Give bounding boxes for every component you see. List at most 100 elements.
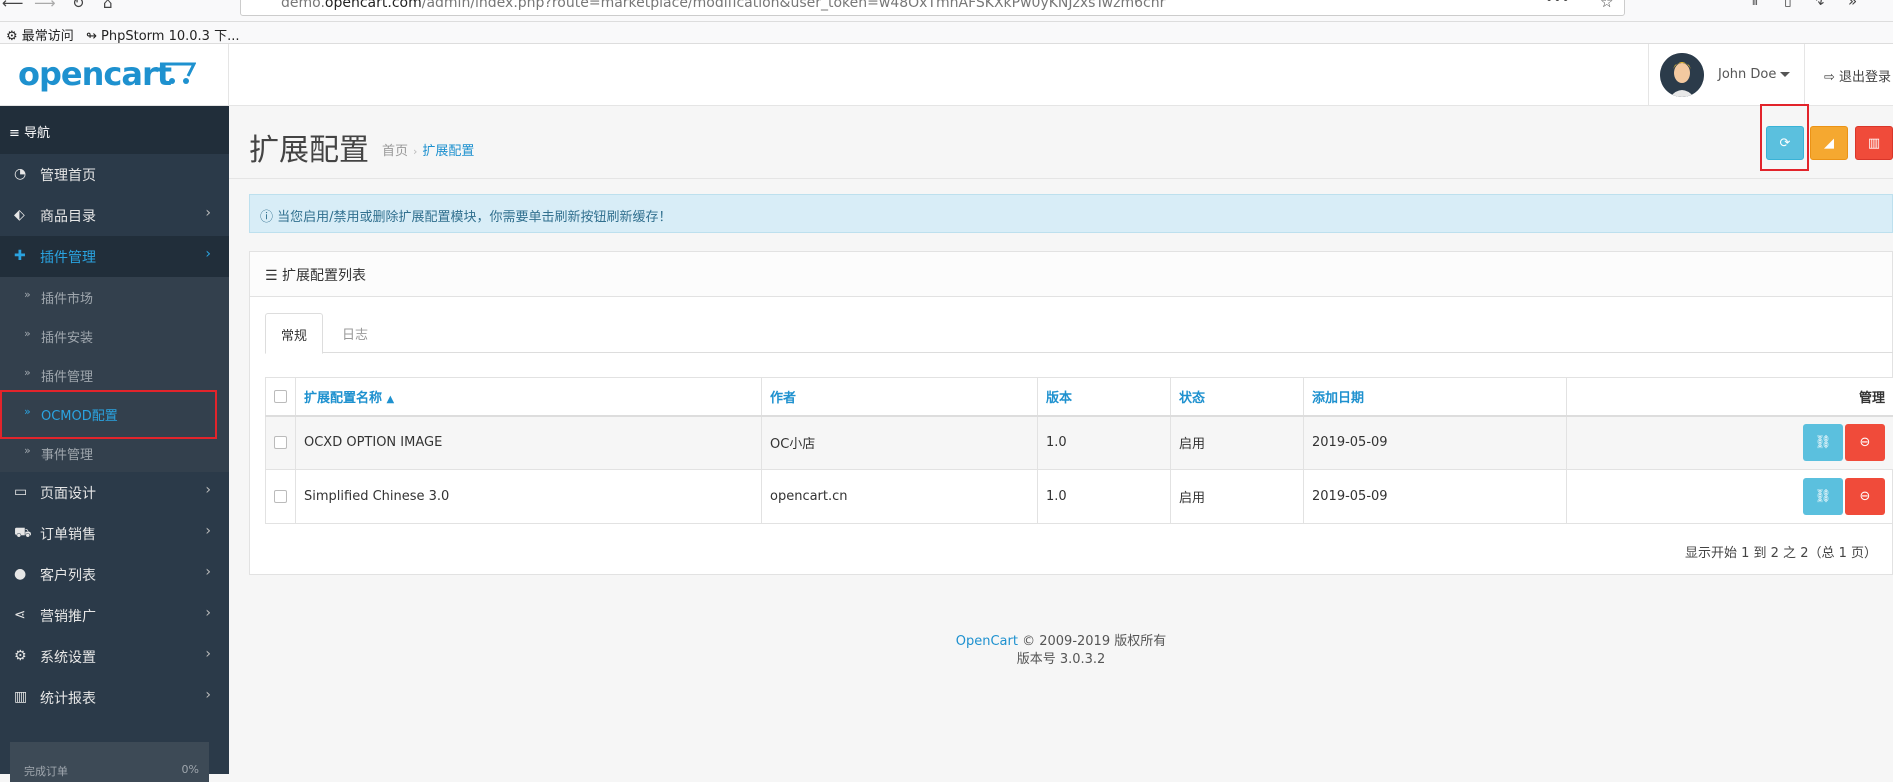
breadcrumb-home[interactable]: 首页 (382, 144, 408, 159)
tab-general[interactable]: 常规 (265, 313, 323, 354)
nav-header[interactable]: ≡ 导航 (0, 106, 229, 154)
sidebar-subitem-label: 插件市场 (41, 288, 93, 307)
minus-circle-icon: ⊖ (1860, 489, 1871, 504)
highlight-box (1760, 104, 1809, 171)
select-all-checkbox[interactable] (274, 390, 287, 403)
sidebar-item-label: 营销推广 (40, 606, 96, 626)
cart-icon: ⛟ (14, 525, 30, 541)
most-visited-bookmark[interactable]: ⚙ 最常访问 (6, 25, 74, 44)
disable-button[interactable]: ⊖ (1845, 424, 1885, 461)
opencart-logo: opencart (18, 55, 171, 93)
minus-circle-icon: ⊖ (1860, 435, 1871, 450)
logout-link[interactable]: ⇨ 退出登录 (1824, 66, 1891, 85)
user-icon: ● (14, 566, 30, 582)
sidebar-subitem-label: 插件管理 (41, 366, 93, 385)
link-button[interactable]: ⛓ (1803, 478, 1843, 515)
top-header: opencart John Doe ⇨ 退出登录 (0, 44, 1893, 106)
cell-version: 1.0 (1038, 416, 1171, 470)
sidebar-item-sales[interactable]: ⛟ 订单销售 › (0, 513, 229, 554)
sidebar-item-customers[interactable]: ● 客户列表 › (0, 554, 229, 595)
column-header-date[interactable]: 添加日期 (1304, 378, 1567, 416)
row-checkbox[interactable] (274, 490, 287, 503)
more-icon[interactable]: ••• (1545, 0, 1570, 8)
overflow-icon[interactable]: » (1848, 0, 1857, 10)
url-prefix: demo. (281, 0, 325, 11)
library-icon[interactable]: ⫴ (1752, 0, 1758, 9)
gear-icon: ⚙ (6, 29, 18, 44)
sidebar-subitem-extensions[interactable]: » 插件管理 (0, 355, 229, 394)
sort-asc-icon: ▲ (387, 394, 395, 405)
footer-copyright: © 2009-2019 版权所有 (1022, 634, 1166, 649)
sidebar-subitem-installer[interactable]: » 插件安装 (0, 316, 229, 355)
sidebar-item-design[interactable]: ▭ 页面设计 › (0, 472, 229, 513)
sidebar-item-marketing[interactable]: ⋖ 营销推广 › (0, 595, 229, 636)
chevron-right-icon: › (205, 482, 211, 498)
disable-button[interactable]: ⊖ (1845, 478, 1885, 515)
back-icon[interactable]: ⟵ (2, 0, 24, 12)
user-menu[interactable]: John Doe (1648, 44, 1805, 106)
footer-version: 版本号 3.0.3.2 (229, 651, 1893, 669)
footer-brand-link[interactable]: OpenCart (956, 634, 1018, 649)
logout-label: 退出登录 (1839, 70, 1891, 85)
progress-percent: 0% (182, 763, 199, 776)
share-icon: ⋖ (14, 607, 30, 623)
sidebar-subitem-marketplace[interactable]: » 插件市场 (0, 277, 229, 316)
table-row: OCXD OPTION IMAGE OC小店 1.0 启用 2019-05-09… (266, 416, 1893, 470)
bookmark-star-icon[interactable]: ☆ (1600, 0, 1613, 11)
column-header-name[interactable]: 扩展配置名称 ▲ (296, 378, 762, 416)
sidebar-item-label: 页面设计 (40, 483, 96, 503)
bar-chart-icon: ▥ (14, 689, 30, 705)
sidebar-toggle-icon[interactable]: ▯ (1784, 0, 1792, 9)
double-chevron-icon: » (24, 366, 31, 379)
delete-button[interactable]: ▥ (1855, 126, 1893, 160)
cell-status: 启用 (1171, 470, 1304, 524)
chevron-right-icon: › (205, 246, 211, 262)
forward-icon[interactable]: ⟶ (34, 0, 56, 12)
column-header-status[interactable]: 状态 (1171, 378, 1304, 416)
logo-area[interactable]: opencart (0, 44, 229, 106)
sidebar-item-extensions[interactable]: ✚ 插件管理 › (0, 236, 229, 277)
cell-author: OC小店 (762, 416, 1038, 470)
puzzle-icon: ✚ (14, 248, 30, 264)
link-icon: ⛓ (1815, 489, 1832, 504)
link-button[interactable]: ⛓ (1803, 424, 1843, 461)
highlight-box (0, 390, 217, 439)
panel-heading: ☰ 扩展配置列表 (250, 252, 1892, 297)
column-header-label: 管理 (1859, 391, 1885, 406)
sidebar-item-dashboard[interactable]: ◔ 管理首页 (0, 154, 229, 195)
cell-date: 2019-05-09 (1304, 416, 1567, 470)
tab-log[interactable]: 日志 (327, 313, 383, 353)
bookmarks-bar: ⚙ 最常访问 ↬ PhpStorm 10.0.3 下... (0, 22, 1893, 44)
sidebar-item-reports[interactable]: ▥ 统计报表 › (0, 677, 229, 718)
cog-icon: ⚙ (14, 648, 30, 664)
breadcrumb-separator-icon: › (413, 145, 417, 158)
column-header-author[interactable]: 作者 (762, 378, 1038, 416)
column-header-version[interactable]: 版本 (1038, 378, 1171, 416)
double-chevron-icon: » (24, 327, 31, 340)
sidebar-item-catalog[interactable]: ⬖ 商品目录 › (0, 195, 229, 236)
sidebar-item-system[interactable]: ⚙ 系统设置 › (0, 636, 229, 677)
sidebar-item-label: 系统设置 (40, 647, 96, 667)
info-alert: ⓘ 当您启用/禁用或删除扩展配置模块，你需要单击刷新按钮刷新缓存！ (249, 194, 1893, 233)
url-bar[interactable]: demo.opencart.com/admin/index.php?route=… (240, 0, 1625, 16)
chevron-right-icon: › (205, 605, 211, 621)
cell-date: 2019-05-09 (1304, 470, 1567, 524)
footer-copyright-line: OpenCart © 2009-2019 版权所有 (229, 633, 1893, 651)
extension-icon[interactable]: ↯ (1814, 0, 1826, 9)
reload-icon[interactable]: ↻ (72, 0, 85, 12)
list-icon: ☰ (265, 268, 278, 284)
sidebar-item-label: 插件管理 (40, 247, 96, 267)
row-checkbox[interactable] (274, 436, 287, 449)
sidebar-item-label: 客户列表 (40, 565, 96, 585)
sidebar-subitem-label: 事件管理 (41, 444, 93, 463)
sidebar-item-label: 管理首页 (40, 165, 96, 185)
breadcrumb-current[interactable]: 扩展配置 (422, 144, 474, 159)
sidebar-subitem-label: 插件安装 (41, 327, 93, 346)
breadcrumb: 首页 › 扩展配置 (382, 140, 474, 159)
chevron-right-icon: › (205, 564, 211, 580)
tab-bar: 常规 日志 (265, 313, 1893, 353)
home-icon[interactable]: ⌂ (103, 0, 113, 12)
phpstorm-bookmark[interactable]: ↬ PhpStorm 10.0.3 下... (86, 25, 239, 44)
cell-name: Simplified Chinese 3.0 (296, 470, 762, 524)
clear-button[interactable]: ◢ (1810, 126, 1848, 160)
